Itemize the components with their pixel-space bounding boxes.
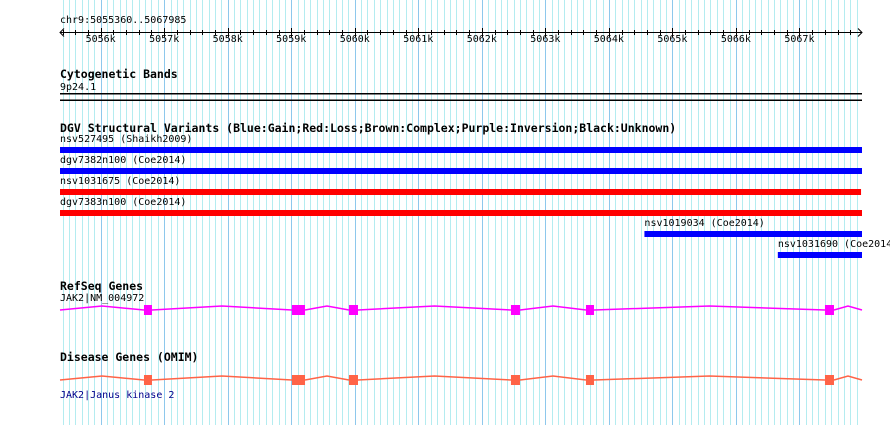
dgv-variant-bar [60,210,862,216]
refseq-exon [510,305,520,315]
omim-track-title[interactable]: Disease Genes (OMIM) [60,351,198,363]
omim-exon [585,375,594,385]
cyto-band-top-line [60,93,862,95]
dgv-variant-bar [644,231,862,237]
omim-exon [291,375,306,385]
refseq-exon [291,305,306,315]
refseq-exon [824,305,834,315]
ruler-tick-label: 5060k [339,34,370,45]
dgv-variant-bar [60,168,862,174]
dgv-variant-label[interactable]: nsv527495 (Shaikh2009) [60,134,192,145]
dgv-variant-label[interactable]: dgv7382n100 (Coe2014) [60,155,186,166]
cyto-band-label: 9p24.1 [60,82,97,93]
omim-exon [143,375,152,385]
cyto-track-title[interactable]: Cytogenetic Bands [60,68,178,80]
dgv-track-title[interactable]: DGV Structural Variants (Blue:Gain;Red:L… [60,122,676,134]
dgv-variant-label[interactable]: nsv1031690 (Coe2014) [778,239,890,250]
ruler-tick-label: 5059k [276,34,307,45]
ruler-tick-label: 5063k [530,34,561,45]
ruler-tick-label: 5062k [466,34,497,45]
omim-exon [510,375,520,385]
refseq-exon [143,305,152,315]
omim-exon [348,375,358,385]
dgv-variant-label[interactable]: dgv7383n100 (Coe2014) [60,197,186,208]
ruler-tick-label: 5061k [403,34,434,45]
dgv-variant-bar [60,189,862,195]
dgv-variant-label[interactable]: nsv1019034 (Coe2014) [644,218,764,229]
ruler-tick-label: 5066k [720,34,751,45]
ruler-tick-label: 5056k [85,34,116,45]
ruler-tick-label: 5064k [593,34,624,45]
region-label: chr9:5055360..5067985 [60,15,187,26]
ruler-tick-label: 5058k [212,34,243,45]
cyto-band-bottom-line [60,99,862,101]
omim-gene-label[interactable]: JAK2|Janus kinase 2 [60,390,174,401]
refseq-exon [348,305,358,315]
ruler-tick-label: 5057k [149,34,180,45]
refseq-track-title[interactable]: RefSeq Genes [60,280,143,292]
refseq-exon [585,305,594,315]
dgv-variant-bar [60,147,862,153]
omim-exon [824,375,834,385]
dgv-variant-bar [777,252,862,258]
ruler-tick-label: 5067k [784,34,815,45]
dgv-variant-label[interactable]: nsv1031675 (Coe2014) [60,176,180,187]
ruler-tick-label: 5065k [657,34,688,45]
refseq-gene-label[interactable]: JAK2|NM_004972 [60,293,144,304]
